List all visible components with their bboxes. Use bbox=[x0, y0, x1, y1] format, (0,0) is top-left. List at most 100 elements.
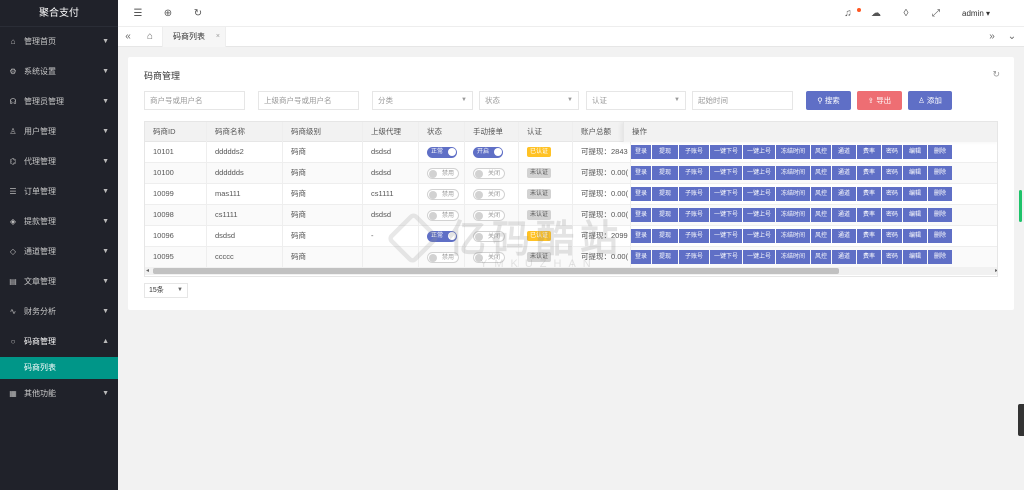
action-button[interactable]: 删除 bbox=[928, 187, 952, 201]
action-button[interactable]: 提现 bbox=[652, 229, 678, 243]
action-button[interactable]: 编辑 bbox=[903, 250, 927, 264]
column-header[interactable]: 认证 bbox=[519, 122, 573, 142]
action-button[interactable]: 风控 bbox=[811, 166, 831, 180]
side-float-handle[interactable] bbox=[1018, 404, 1024, 436]
globe-icon[interactable]: ⊕ bbox=[158, 0, 178, 27]
home-tab-icon[interactable]: ⌂ bbox=[140, 27, 160, 47]
manual-order-toggle[interactable]: 关闭 bbox=[473, 188, 506, 200]
action-button[interactable]: 删除 bbox=[928, 166, 952, 180]
user-menu[interactable]: admin ▾ bbox=[962, 0, 990, 27]
action-button[interactable]: 密码 bbox=[882, 250, 902, 264]
action-button[interactable]: 登录 bbox=[631, 145, 651, 159]
action-button[interactable]: 通道 bbox=[832, 187, 856, 201]
sidebar-item[interactable]: ☊ 管理员管理 ▼ bbox=[0, 87, 118, 117]
status-toggle[interactable]: 禁用 bbox=[427, 167, 460, 179]
action-button[interactable]: 通道 bbox=[832, 229, 856, 243]
sidebar-item[interactable]: ⌂ 管理首页 ▼ bbox=[0, 27, 118, 57]
table-refresh-icon[interactable]: ↻ bbox=[992, 69, 1000, 80]
action-button[interactable]: 一键下号 bbox=[710, 208, 742, 222]
column-header[interactable]: 状态 bbox=[419, 122, 465, 142]
action-button[interactable]: 通道 bbox=[832, 145, 856, 159]
action-button[interactable]: 通道 bbox=[832, 166, 856, 180]
sidebar-item[interactable]: ♙ 用户管理 ▼ bbox=[0, 117, 118, 147]
action-button[interactable]: 删除 bbox=[928, 229, 952, 243]
action-button[interactable]: 一键上号 bbox=[743, 166, 775, 180]
action-button[interactable]: 费率 bbox=[857, 166, 881, 180]
action-button[interactable]: 登录 bbox=[631, 229, 651, 243]
bell-icon[interactable]: ♫ bbox=[838, 0, 858, 27]
action-button[interactable]: 删除 bbox=[928, 208, 952, 222]
action-button[interactable]: 冻结时间 bbox=[776, 250, 810, 264]
column-header[interactable]: 上级代理 bbox=[363, 122, 419, 142]
action-button[interactable]: 风控 bbox=[811, 208, 831, 222]
action-button[interactable]: 费率 bbox=[857, 250, 881, 264]
tab-merchant-list[interactable]: 码商列表 × bbox=[162, 27, 226, 47]
action-button[interactable]: 冻结时间 bbox=[776, 166, 810, 180]
action-button[interactable]: 密码 bbox=[882, 208, 902, 222]
column-header[interactable]: 码商级别 bbox=[283, 122, 363, 142]
action-button[interactable]: 提现 bbox=[652, 250, 678, 264]
manual-order-toggle[interactable]: 关闭 bbox=[473, 167, 506, 179]
fullscreen-icon[interactable]: ⤢ bbox=[926, 0, 946, 27]
action-button[interactable]: 编辑 bbox=[903, 229, 927, 243]
manual-order-toggle[interactable]: 开启 bbox=[473, 146, 504, 158]
action-button[interactable]: 通道 bbox=[832, 250, 856, 264]
action-button[interactable]: 删除 bbox=[928, 250, 952, 264]
action-button[interactable]: 费率 bbox=[857, 187, 881, 201]
category-select[interactable]: 分类 ▼ bbox=[372, 91, 473, 110]
auth-select[interactable]: 认证 ▼ bbox=[586, 91, 686, 110]
theme-icon[interactable]: ☁ bbox=[866, 0, 886, 27]
action-button[interactable]: 子账号 bbox=[679, 229, 709, 243]
export-button[interactable]: ⇪ 导出 bbox=[857, 91, 902, 110]
action-button[interactable]: 一键上号 bbox=[743, 145, 775, 159]
action-button[interactable]: 提现 bbox=[652, 166, 678, 180]
action-button[interactable]: 冻结时间 bbox=[776, 187, 810, 201]
action-button[interactable]: 编辑 bbox=[903, 145, 927, 159]
action-button[interactable]: 子账号 bbox=[679, 250, 709, 264]
status-toggle[interactable]: 禁用 bbox=[427, 188, 460, 200]
action-button[interactable]: 风控 bbox=[811, 145, 831, 159]
action-button[interactable]: 提现 bbox=[652, 187, 678, 201]
action-button[interactable]: 登录 bbox=[631, 208, 651, 222]
action-button[interactable]: 密码 bbox=[882, 229, 902, 243]
sidebar-item[interactable]: ☰ 订单管理 ▼ bbox=[0, 177, 118, 207]
action-button[interactable]: 冻结时间 bbox=[776, 145, 810, 159]
action-button[interactable]: 子账号 bbox=[679, 187, 709, 201]
tab-scroll-right-icon[interactable]: » bbox=[982, 27, 1002, 47]
column-header[interactable]: 码商ID bbox=[145, 122, 207, 142]
status-select[interactable]: 状态 ▼ bbox=[479, 91, 579, 110]
action-button[interactable]: 费率 bbox=[857, 208, 881, 222]
sidebar-item[interactable]: ∿ 财务分析 ▼ bbox=[0, 297, 118, 327]
scroll-right-icon[interactable]: ▸ bbox=[995, 267, 997, 275]
parent-search-input[interactable]: 上级商户号或用户名 bbox=[258, 91, 359, 110]
sidebar-subitem[interactable]: 码商列表 bbox=[0, 357, 118, 379]
refresh-icon[interactable]: ↻ bbox=[188, 0, 208, 27]
action-button[interactable]: 密码 bbox=[882, 166, 902, 180]
action-button[interactable]: 一键上号 bbox=[743, 250, 775, 264]
action-button[interactable]: 密码 bbox=[882, 187, 902, 201]
action-button[interactable]: 子账号 bbox=[679, 166, 709, 180]
action-button[interactable]: 一键上号 bbox=[743, 187, 775, 201]
action-button[interactable]: 费率 bbox=[857, 229, 881, 243]
action-button[interactable]: 登录 bbox=[631, 166, 651, 180]
action-button[interactable]: 冻结时间 bbox=[776, 208, 810, 222]
sidebar-item[interactable]: ◇ 通道管理 ▼ bbox=[0, 237, 118, 267]
action-button[interactable]: 冻结时间 bbox=[776, 229, 810, 243]
action-button[interactable]: 风控 bbox=[811, 187, 831, 201]
action-button[interactable]: 一键下号 bbox=[710, 250, 742, 264]
sidebar-item[interactable]: ▦ 其他功能 ▼ bbox=[0, 379, 118, 409]
scroll-left-icon[interactable]: ◂ bbox=[146, 267, 149, 275]
close-icon[interactable]: × bbox=[216, 27, 220, 47]
sidebar-item[interactable]: ▤ 文章管理 ▼ bbox=[0, 267, 118, 297]
tab-scroll-left-icon[interactable]: « bbox=[118, 27, 138, 47]
menu-toggle-icon[interactable]: ☰ bbox=[128, 0, 148, 27]
action-button[interactable]: 编辑 bbox=[903, 166, 927, 180]
action-button[interactable]: 删除 bbox=[928, 145, 952, 159]
tag-icon[interactable]: ◊ bbox=[896, 0, 916, 27]
action-button[interactable]: 子账号 bbox=[679, 208, 709, 222]
search-button[interactable]: ⚲ 搜索 bbox=[806, 91, 851, 110]
action-button[interactable]: 提现 bbox=[652, 208, 678, 222]
action-button[interactable]: 登录 bbox=[631, 187, 651, 201]
chevron-down-icon[interactable]: ⌄ bbox=[1002, 27, 1022, 47]
action-button[interactable]: 一键下号 bbox=[710, 166, 742, 180]
